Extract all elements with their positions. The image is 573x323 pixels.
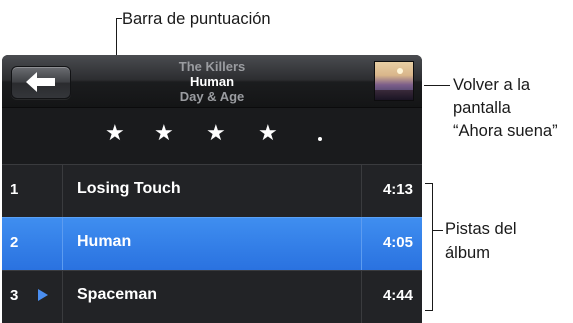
callout-now-playing-1: Volver a la [453, 76, 531, 94]
track-number-cell: 1 [2, 165, 63, 217]
rating-dot-icon[interactable] [318, 137, 322, 141]
album-title: Day & Age [179, 89, 245, 104]
track-row-selected[interactable]: 2 Human 4:05 [2, 217, 422, 270]
track-number-cell: 2 [2, 218, 63, 270]
callout-tracks-1: Pistas del [445, 220, 517, 238]
track-number-cell: 3 [2, 271, 63, 323]
now-playing-icon [38, 289, 48, 301]
callout-tracks-bracket-top [425, 183, 433, 184]
track-list-screen: The Killers Human Day & Age ★ ★ ★ ★ 1 Lo… [2, 55, 422, 323]
album-art-ground [375, 90, 413, 100]
callout-tracks-2: álbum [445, 244, 490, 262]
track-duration: 4:13 [382, 181, 413, 198]
album-art-moon [397, 68, 403, 74]
callout-tracks-bracket-tick [432, 230, 443, 231]
artist-name: The Killers [178, 59, 246, 74]
track-duration-cell: 4:05 [361, 218, 422, 270]
back-button[interactable] [11, 66, 71, 99]
callout-tracks-bracket-v [432, 183, 433, 311]
star-icon[interactable]: ★ [105, 121, 125, 147]
track-title: Losing Touch [77, 180, 181, 197]
track-duration: 4:44 [382, 287, 413, 304]
track-duration-cell: 4:13 [361, 165, 422, 217]
callout-now-playing-line [424, 85, 450, 86]
callout-rating-line-top [116, 18, 122, 19]
star-icon[interactable]: ★ [206, 121, 226, 147]
track-number: 2 [10, 234, 19, 251]
callout-now-playing-3: “Ahora suena” [453, 122, 558, 140]
back-arrow-icon [26, 72, 55, 92]
rating-bar[interactable]: ★ ★ ★ ★ [2, 108, 422, 164]
star-icon[interactable]: ★ [258, 121, 278, 147]
now-playing-button[interactable] [374, 61, 414, 101]
track-number: 3 [10, 287, 19, 304]
star-icon[interactable]: ★ [154, 121, 174, 147]
track-row[interactable]: 3 Spaceman 4:44 [2, 270, 422, 323]
track-title: Human [77, 233, 132, 250]
track-duration: 4:05 [382, 234, 413, 251]
track-row[interactable]: 1 Losing Touch 4:13 [2, 164, 422, 217]
track-number: 1 [10, 181, 19, 198]
callout-now-playing-2: pantalla [453, 99, 511, 117]
song-title: Human [189, 74, 235, 89]
now-playing-header: The Killers Human Day & Age [2, 55, 422, 108]
track-duration-cell: 4:44 [361, 271, 422, 323]
callout-rating-bar: Barra de puntuación [122, 10, 271, 28]
track-title: Spaceman [77, 286, 158, 303]
callout-tracks-bracket-bottom [425, 310, 433, 311]
